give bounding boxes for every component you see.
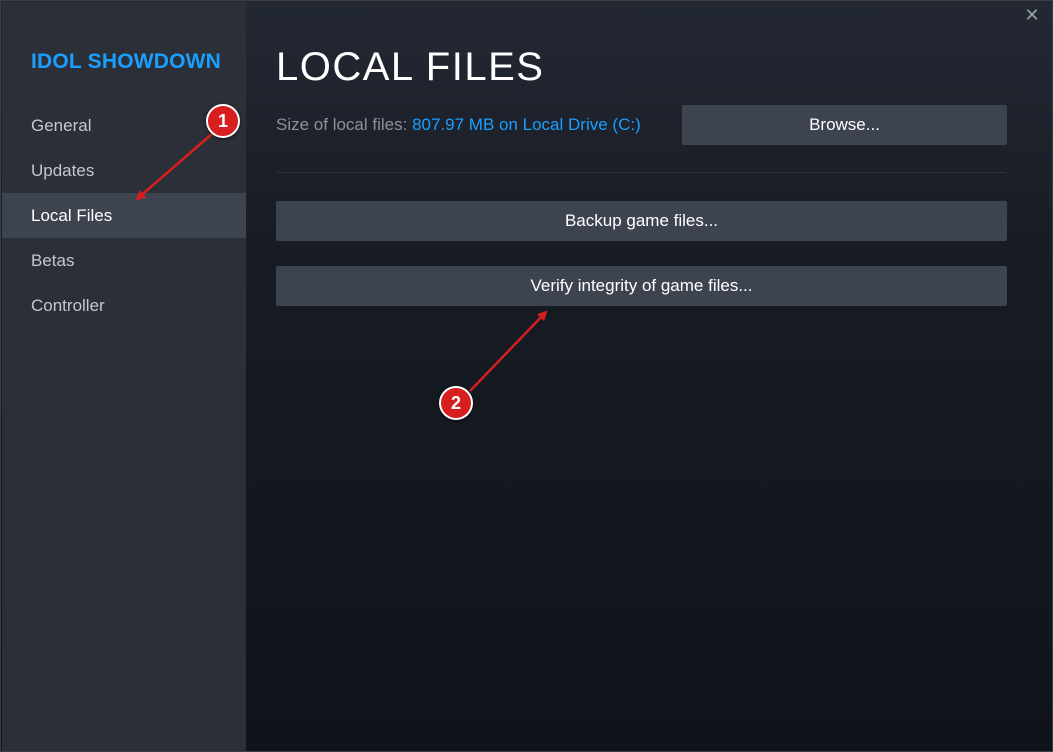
page-title: LOCAL FILES: [276, 45, 545, 89]
annotation-marker-1: 1: [206, 104, 240, 138]
sidebar-item-updates[interactable]: Updates: [2, 148, 246, 193]
sidebar-item-betas[interactable]: Betas: [2, 238, 246, 283]
local-files-size: Size of local files: 807.97 MB on Local …: [276, 115, 641, 135]
sidebar-item-controller[interactable]: Controller: [2, 283, 246, 328]
backup-game-files-button[interactable]: Backup game files...: [276, 201, 1007, 241]
properties-window: IDOL SHOWDOWN General Updates Local File…: [0, 0, 1053, 752]
divider: [276, 172, 1006, 173]
arrow-2: [469, 310, 548, 392]
annotation-marker-2: 2: [439, 386, 473, 420]
size-value-link[interactable]: 807.97 MB on Local Drive (C:): [412, 115, 641, 134]
browse-button[interactable]: Browse...: [682, 105, 1007, 145]
sidebar-item-local-files[interactable]: Local Files: [2, 193, 246, 238]
size-label: Size of local files:: [276, 115, 408, 134]
close-icon[interactable]: ✕: [1022, 5, 1042, 25]
game-title: IDOL SHOWDOWN: [31, 50, 222, 73]
verify-integrity-button[interactable]: Verify integrity of game files...: [276, 266, 1007, 306]
